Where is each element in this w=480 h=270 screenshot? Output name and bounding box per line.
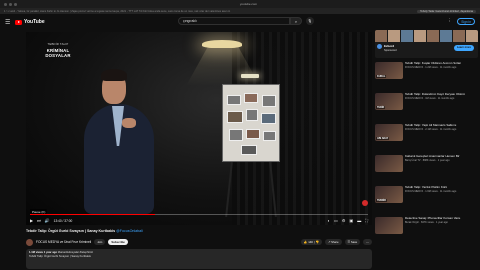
- presenter-hand: [122, 118, 136, 128]
- subscribe-button[interactable]: Subscribe: [108, 239, 128, 245]
- time-display: 13:40 / 37:00: [53, 218, 73, 223]
- save-label: Save: [350, 240, 358, 244]
- volume-icon[interactable]: 🔊: [45, 218, 50, 223]
- youtube-header: ☰ YouTube çıngıraklı ⌕ 🎙 ⋮ Sign in: [0, 14, 480, 30]
- logo-text: YouTube: [24, 19, 45, 25]
- ad-logo-icon: [377, 44, 382, 49]
- more-options-icon[interactable]: ⋮: [448, 18, 453, 24]
- search-icon[interactable]: ⌕: [290, 17, 302, 25]
- recommendation-item[interactable]: TEBDİR Tebdir Talip: Yazılık Pisilim Kürü…: [375, 186, 478, 213]
- recommendation-thumbnail[interactable]: TEDİR: [375, 93, 403, 110]
- more-actions-button[interactable]: ⋯: [363, 239, 372, 245]
- ad-sponsored-label: Sponsored: [384, 49, 397, 52]
- ad-title: Ezbord: [384, 44, 395, 48]
- channel-badge-icon[interactable]: [362, 200, 368, 206]
- share-button[interactable]: ↗ Share: [324, 239, 342, 245]
- recommendation-thumbnail[interactable]: [375, 217, 403, 234]
- video-actions: 👍 14K | 👎 ↗ Share ☰ Save ⋯: [300, 239, 372, 245]
- recommendation-thumbnail[interactable]: TEBDİR: [375, 186, 403, 203]
- recommendation-meta: FOCUS MEDYA · 2.1M views · 11 months ago: [405, 127, 457, 131]
- recommendation-thumbnail[interactable]: ABI ADAY: [375, 124, 403, 141]
- thumbnail-label: ABI ADAY: [376, 137, 390, 140]
- window-controls[interactable]: [4, 2, 17, 6]
- recommendation-info: Tebdir Talip: Dolandırıcı Kayıt Deryası …: [405, 93, 478, 120]
- video-player[interactable]: TEBDİR TALIP KRİMİNAL DOSYALAR Pause (K)…: [26, 32, 372, 225]
- fullscreen-icon[interactable]: ⛶: [365, 218, 368, 223]
- watermark-main: KRİMİNAL DOSYALAR: [45, 47, 71, 59]
- channel-name[interactable]: FOCUS MEDYA ve Ünal Frue Krimineli: [36, 240, 91, 244]
- video-title: Tebdir Talip: Örgüt Gurbi Sıvaysın | San…: [26, 229, 143, 233]
- hashtags[interactable]: #karanlıkdosyalar #telephitrol: [58, 251, 93, 254]
- ad-learn-more-button[interactable]: Learn more: [453, 45, 474, 51]
- related-sidebar: Ezbord Sponsored Learn more KURAL Tebdir …: [375, 30, 478, 244]
- youtube-play-icon: [15, 19, 22, 25]
- recommendation-info: Tebdir Talip: Yaşlı Ali Marmaris Salkımı…: [405, 124, 478, 151]
- microphone-icon[interactable]: 🎙: [306, 17, 314, 25]
- recommendation-thumbnail[interactable]: [375, 155, 403, 172]
- board-lamp: [241, 74, 259, 78]
- recommendation-item[interactable]: ABI ADAY Tebdir Talip: Yaşlı Ali Marmaris…: [375, 124, 478, 151]
- player-controls: ▶ ⏭ 🔊 13:40 / 37:00 ◐ ▭ ⚙ ▣ ▬ ⛶: [30, 217, 368, 224]
- recommendation-item[interactable]: KURAL Tebdir Talip: Kuşlar Öldüren Avcını…: [375, 62, 478, 89]
- recommendation-thumbnail[interactable]: KURAL: [375, 62, 403, 79]
- recommendation-list: KURAL Tebdir Talip: Kuşlar Öldüren Avcını…: [375, 62, 478, 244]
- description-line: Tebdir Talip: Örgüt Gurbi Sıvaysın | San…: [29, 254, 91, 258]
- presenter-hair: [101, 69, 127, 81]
- recommendation-info: Kabarık Gereçleri Anarmanlar Hemen Bir Ba…: [405, 155, 478, 182]
- browser-tab-bar: youtube.com: [0, 0, 480, 8]
- recommendation-info: Tebdir Talip: Kuşlar Öldüren Avcının Sır…: [405, 62, 478, 89]
- recommendation-item[interactable]: Detective Sanaj: Phonecillar Korsan Vaze…: [375, 217, 478, 244]
- ad-banner: [375, 30, 478, 42]
- header-icons: ⋮: [448, 18, 453, 24]
- description-box[interactable]: 1.1M views 1 year ago #karanlıkdosyalar …: [26, 249, 372, 269]
- search-input[interactable]: çıngıraklı: [178, 17, 290, 25]
- view-count: 1.1M views: [29, 251, 44, 254]
- ceiling-lamp: [202, 40, 242, 48]
- channel-row: FOCUS MEDYA ve Ünal Frue Krimineli Join …: [26, 237, 372, 247]
- save-button[interactable]: ☰ Save: [344, 239, 361, 245]
- recommendation-item[interactable]: TEDİR Tebdir Talip: Dolandırıcı Kayıt Der…: [375, 93, 478, 120]
- play-icon[interactable]: ▶: [30, 218, 33, 223]
- recommendation-item[interactable]: Kabarık Gereçleri Anarmanlar Hemen Bir Ba…: [375, 155, 478, 182]
- recommendation-meta: Barış Ünal TV · 898K views · 1 year ago: [405, 158, 450, 162]
- sponsored-ad[interactable]: Ezbord Sponsored Learn more: [375, 30, 478, 58]
- thumbnail-label: TEBDİR: [376, 199, 387, 202]
- autoplay-icon[interactable]: ◐: [328, 218, 330, 223]
- next-icon[interactable]: ⏭: [37, 218, 41, 223]
- recommendation-meta: Burak Ozgül · 847K views · 1 year ago: [405, 220, 448, 224]
- evidence-board: [222, 84, 280, 162]
- recommendation-meta: FOCUS MEDYA · 1.6M views · 11 months ago: [405, 189, 457, 193]
- thumbnail-label: TEDİR: [376, 106, 386, 109]
- captions-icon[interactable]: ▭: [334, 218, 338, 223]
- progress-fill: [30, 214, 156, 216]
- video-title-text: Tebdir Talip: Örgüt Gurbi Sıvaysın | San…: [26, 229, 116, 233]
- address-text[interactable]: 1 > c.web - Yalova, Gr parallel, stans K…: [4, 10, 411, 13]
- like-count: 14K: [308, 240, 314, 244]
- recommendation-meta: FOCUS MEDYA · 1M views · 11 months ago: [405, 96, 455, 100]
- recommendation-meta: FOCUS MEDYA · 1.2M views · 11 months ago: [405, 65, 457, 69]
- tab-url[interactable]: youtube.com: [21, 2, 476, 6]
- channel-avatar[interactable]: [26, 238, 33, 246]
- theater-icon[interactable]: ▬: [357, 218, 361, 223]
- miniplayer-icon[interactable]: ▣: [349, 218, 353, 223]
- share-label: Share: [331, 240, 339, 244]
- join-button[interactable]: Join: [94, 239, 106, 245]
- progress-bar[interactable]: [30, 214, 368, 216]
- bookmark-pill[interactable]: Teboly Tada: Gwar-Kuran kirimleri, dayan…: [417, 9, 476, 13]
- thumbnail-label: KURAL: [376, 75, 387, 78]
- sign-in-button[interactable]: Sign in: [457, 18, 475, 25]
- settings-icon[interactable]: ⚙: [342, 218, 346, 223]
- youtube-logo[interactable]: YouTube: [15, 19, 45, 25]
- upload-age: 1 year ago: [43, 251, 58, 254]
- menu-icon[interactable]: ☰: [5, 19, 13, 26]
- recommendation-info: Tebdir Talip: Yazılık Pisilim Kürü FOCUS …: [405, 186, 478, 213]
- video-title-link[interactable]: @FocusOnlabali: [116, 229, 143, 233]
- channel-watermark: TEBDİR TALIP KRİMİNAL DOSYALAR: [38, 42, 78, 59]
- like-button[interactable]: 👍 14K | 👎: [300, 239, 322, 245]
- recommendation-info: Detective Sanaj: Phonecillar Korsan Vaze…: [405, 217, 478, 244]
- controls-right: ◐ ▭ ⚙ ▣ ▬ ⛶: [328, 218, 368, 223]
